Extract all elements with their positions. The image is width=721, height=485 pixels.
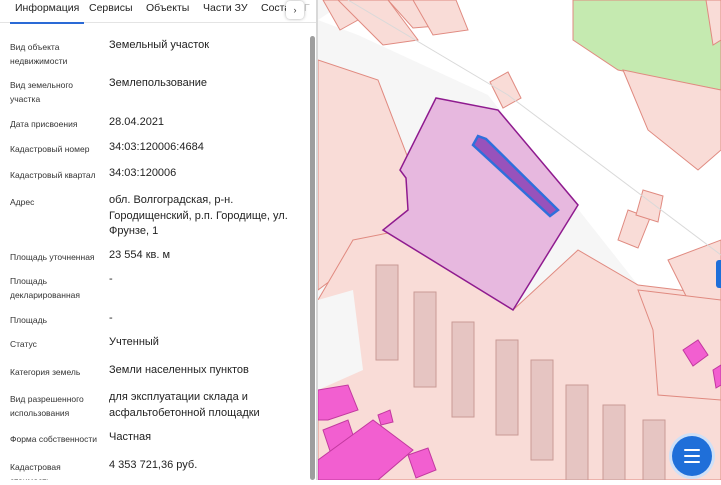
structure <box>530 359 554 461</box>
field-label: Адрес <box>10 197 35 207</box>
tabs-next-arrow-icon[interactable]: › <box>286 1 304 19</box>
tab-parts[interactable]: Части ЗУ <box>203 0 248 22</box>
field-label: Площадь уточненная <box>10 252 95 262</box>
field-label: Категория земель <box>10 367 81 377</box>
field-label: Форма собственности <box>10 434 97 444</box>
tab-services[interactable]: Сервисы <box>89 0 133 22</box>
field-label: Вид объекта недвижимости <box>10 42 68 66</box>
field-value: Частная <box>109 431 152 443</box>
field-value: 34:03:120006 <box>109 167 177 179</box>
field-label: Статус <box>10 339 37 349</box>
menu-button[interactable] <box>672 436 712 476</box>
field-value: для эксплуатации склада и асфальтобетонн… <box>109 391 260 419</box>
structure <box>602 404 626 481</box>
structure <box>375 264 399 361</box>
field-label: Дата присвоения <box>10 119 78 129</box>
field-label: Кадастровый квартал <box>10 170 96 180</box>
field-label: Вид разрешенного использования <box>10 394 84 418</box>
field-value: 23 554 кв. м <box>109 249 171 261</box>
field-label: Вид земельного участка <box>10 80 74 104</box>
structure <box>495 339 519 436</box>
menu-icon-line <box>684 461 700 463</box>
tab-bar: Информация Сервисы Объекты Части ЗУ Сост… <box>0 0 318 24</box>
field-value: 4 353 721,36 руб. <box>109 459 198 471</box>
scrollbar-thumb[interactable] <box>310 36 315 480</box>
field-label: Площадь декларированная <box>10 276 80 300</box>
menu-icon-line <box>684 455 700 457</box>
map-edge-control[interactable] <box>716 260 721 288</box>
field-label: Кадастровый номер <box>10 144 90 154</box>
menu-icon <box>684 449 700 451</box>
field-value: Землепользование <box>109 77 208 89</box>
field-value: 28.04.2021 <box>109 116 165 128</box>
structure <box>642 419 666 481</box>
cadastral-map[interactable] <box>317 0 721 481</box>
field-label: Кадастровая стоимость <box>10 462 61 480</box>
field-value: Земли населенных пунктов <box>109 364 249 376</box>
structure <box>565 384 589 481</box>
structure <box>451 321 475 418</box>
field-value: Земельный участок <box>109 39 210 51</box>
tab-objects[interactable]: Объекты <box>146 0 189 22</box>
tab-overflow-text: Г <box>304 2 310 14</box>
field-value: - <box>109 312 113 324</box>
info-panel: Информация Сервисы Объекты Части ЗУ Сост… <box>0 0 318 480</box>
field-value: обл. Волгоградская, р-н. Городищенский, … <box>109 194 288 237</box>
field-value: 34:03:120006:4684 <box>109 141 204 153</box>
tab-info[interactable]: Информация <box>10 0 85 24</box>
field-value: Учтенный <box>109 336 159 348</box>
field-value: - <box>109 273 113 285</box>
field-label: Площадь <box>10 315 48 325</box>
structure <box>413 291 437 388</box>
